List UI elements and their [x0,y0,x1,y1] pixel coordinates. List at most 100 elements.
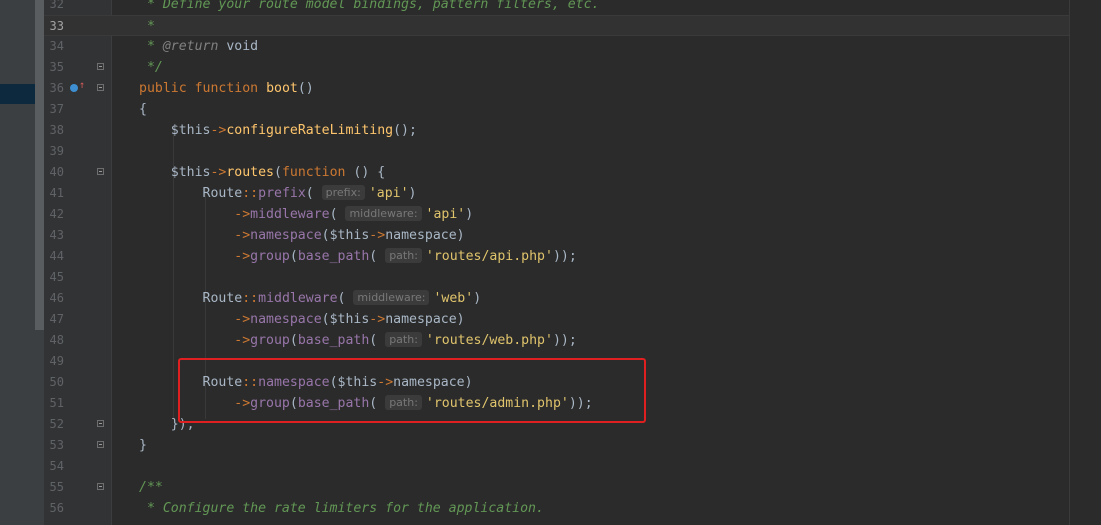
operator: -> [234,312,251,327]
parameter-hint: middleware: [345,206,422,221]
function-call: base_path [297,249,370,264]
line-number: 43 [49,228,64,242]
code-comment: /** [139,480,163,495]
method-call: middleware [258,291,338,306]
code-line-34[interactable]: 34 * @return void [44,36,1069,57]
line-number: 37 [49,102,64,116]
class-name: Route [202,186,243,201]
code-line-44[interactable]: 44 ->group(base_path( path:'routes/api.p… [44,246,1069,267]
code-line-35[interactable]: 35 */ [44,57,1069,78]
method-call: namespace [250,228,322,243]
line-number: 50 [49,375,64,389]
fold-icon[interactable] [97,441,104,448]
line-number: 33 [49,19,64,33]
code-line-40[interactable]: 40 $this->routes(function () { [44,162,1069,183]
line-number: 55 [49,480,64,494]
operator: -> [234,207,251,222]
code-text: (); [393,123,417,138]
class-name: Route [202,291,243,306]
line-number: 40 [49,165,64,179]
variable: $this [329,228,370,243]
method-call: configureRateLimiting [226,123,394,138]
code-line-33-current[interactable]: 33 * [44,15,1069,36]
code-line-46[interactable]: 46 Route::middleware( middleware:'web') [44,288,1069,309]
code-text: () { [345,165,386,180]
line-number: 41 [49,186,64,200]
code-text: ( [274,165,282,180]
code-line-56[interactable]: 56 * Configure the rate limiters for the… [44,498,1069,519]
method-call: middleware [250,207,330,222]
code-line-48[interactable]: 48 ->group(base_path( path:'routes/web.p… [44,330,1069,351]
variable: $this [329,312,370,327]
line-number: 34 [49,39,64,53]
override-method-icon[interactable] [70,84,78,92]
project-panel-edge [0,0,44,525]
line-number: 36 [49,81,64,95]
method-call: namespace [250,312,322,327]
line-number: 45 [49,270,64,284]
fold-icon[interactable] [97,63,104,70]
variable: $this [170,165,211,180]
editor-scrollbar-rail[interactable] [1069,0,1101,525]
fold-icon[interactable] [97,420,104,427]
arrow-up-icon: ↑ [79,80,86,91]
string: 'api' [425,207,466,222]
operator: :: [242,291,259,306]
line-number: 56 [49,501,64,515]
code-line-39[interactable]: 39 [44,141,1069,162]
fold-icon[interactable] [97,84,104,91]
code-line-47[interactable]: 47 ->namespace($this->namespace) [44,309,1069,330]
doc-type: void [218,39,259,54]
keyword: function [281,165,346,180]
code-line-41[interactable]: 41 Route::prefix( prefix:'api') [44,183,1069,204]
code-comment: */ [139,60,163,75]
method-call: group [250,249,290,264]
line-number: 35 [49,60,64,74]
code-line-54[interactable]: 54 [44,456,1069,477]
code-line-32[interactable]: 32 * Define your route model bindings, p… [44,0,1069,15]
line-number: 54 [49,459,64,473]
parameter-hint: path: [385,248,422,263]
string: 'routes/api.php' [425,249,553,264]
line-number: 51 [49,396,64,410]
line-number: 42 [49,207,64,221]
line-number: 46 [49,291,64,305]
function-call: base_path [297,333,370,348]
operator: -> [234,228,251,243]
method-call: group [250,333,290,348]
parameter-hint: middleware: [353,290,430,305]
project-panel-scrollbar[interactable] [35,0,44,330]
parameter-hint: path: [385,332,422,347]
operator: -> [234,333,251,348]
code-line-45[interactable]: 45 [44,267,1069,288]
fold-icon[interactable] [97,168,104,175]
operator: -> [210,123,227,138]
code-line-36[interactable]: 36 ↑ public function boot() [44,78,1069,99]
code-comment: * [139,39,163,54]
line-number: 32 [49,0,64,11]
property: namespace [385,312,457,327]
fold-icon[interactable] [97,483,104,490]
method-call: routes [226,165,274,180]
code-line-37[interactable]: 37 { [44,99,1069,120]
string: 'api' [368,186,409,201]
line-number: 52 [49,417,64,431]
operator: :: [242,186,259,201]
annotation-highlight-box [178,358,646,423]
code-line-53[interactable]: 53 } [44,435,1069,456]
method-name: boot [266,81,298,96]
code-line-38[interactable]: 38 $this->configureRateLimiting(); [44,120,1069,141]
string: 'routes/web.php' [425,333,553,348]
code-line-55[interactable]: 55 /** [44,477,1069,498]
code-comment: * Define your route model bindings, patt… [139,0,600,12]
keyword: function [194,81,259,96]
code-text: } [139,438,147,453]
line-number: 49 [49,354,64,368]
doc-tag: @return [162,39,219,54]
line-number: 44 [49,249,64,263]
code-line-42[interactable]: 42 ->middleware( middleware:'api') [44,204,1069,225]
code-comment: * [139,19,155,34]
operator: -> [234,249,251,264]
property: namespace [385,228,457,243]
code-line-43[interactable]: 43 ->namespace($this->namespace) [44,225,1069,246]
